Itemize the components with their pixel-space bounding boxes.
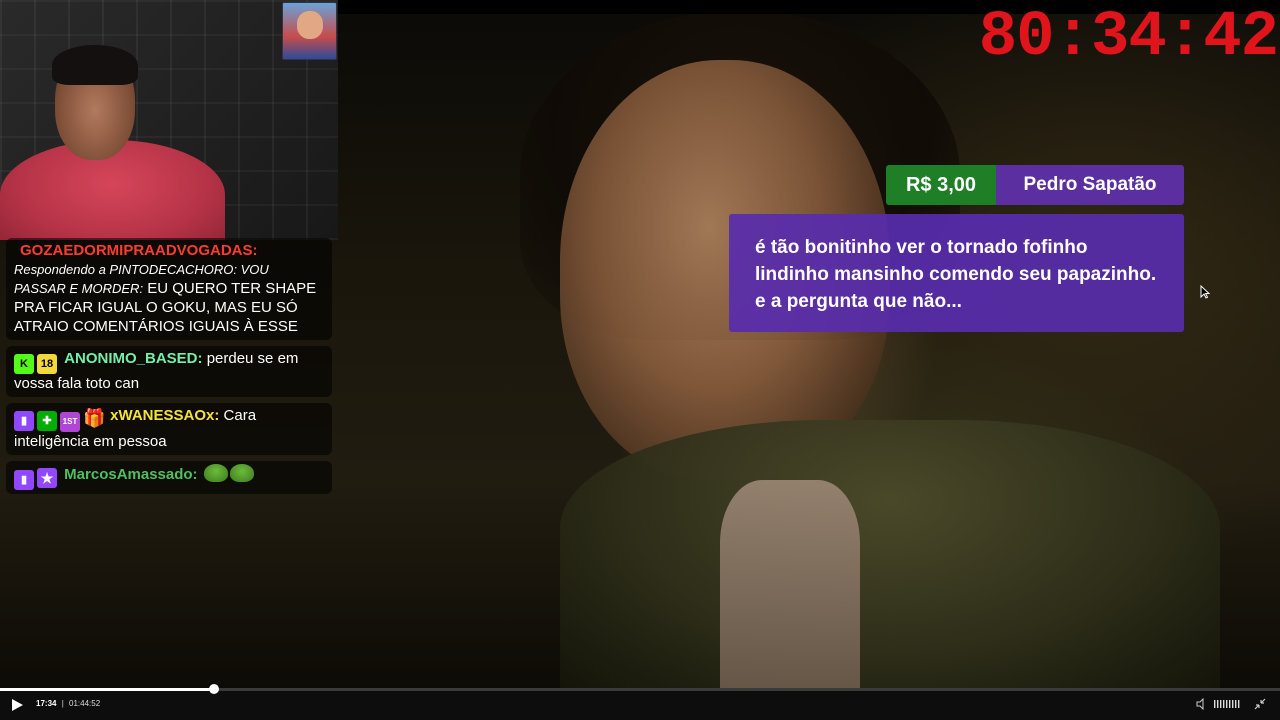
chat-username: GOZAEDORMIPRAADVOGADAS: [20,242,258,259]
scene-shirt [720,480,860,690]
volume-slider[interactable] [1214,700,1242,708]
chat-message: GOZAEDORMIPRAADVOGADAS: Respondendo a PI… [6,238,332,340]
star-badge: ★ [37,468,57,488]
scene-jacket [560,420,1220,690]
play-icon[interactable] [10,698,24,712]
chat-overlay: GOZAEDORMIPRAADVOGADAS: Respondendo a PI… [6,238,332,500]
time-separator: | [61,699,64,708]
twitch-icon: ▮ [14,411,34,431]
chat-message: K 18 ANONIMO_BASED: perdeu se em vossa fa… [6,346,332,397]
chat-username: ANONIMO_BASED: [64,350,203,367]
age-badge: 18 [37,354,57,374]
time-display: 17:34 | 01:44:52 [36,699,100,708]
mouse-cursor-icon [1200,285,1210,299]
streamer-hair [52,45,138,85]
chat-message: ▮ ✚ 1ST 🎁 xWANESSAOx: Cara inteligência em … [6,403,332,455]
chat-username: xWANESSAOx: [110,407,220,424]
donation-amount: R$ 3,00 [886,165,996,205]
twitch-icon: ▮ [14,470,34,490]
chat-message: ▮ ★ MarcosAmassado: [6,461,332,494]
collapse-icon[interactable] [1254,698,1266,710]
seek-bar-fill [0,688,215,691]
sticker-face [297,11,323,39]
seek-handle[interactable] [209,684,220,694]
duration: 01:44:52 [69,699,101,708]
current-time: 17:34 [36,699,57,708]
seek-bar[interactable] [0,684,1280,694]
webcam-overlay [0,0,338,240]
volume-icon[interactable] [1196,698,1208,710]
pepe-emote [203,464,228,482]
first-badge: 1ST [60,412,80,432]
donation-message: é tão bonitinho ver o tornado fofinho li… [729,214,1184,332]
chat-username: MarcosAmassado: [64,466,198,483]
pepe-emote [229,464,254,482]
donor-name: Pedro Sapatão [996,165,1184,205]
player-controls: 17:34 | 01:44:52 [0,684,1280,720]
gift-icon: 🎁 [83,408,106,428]
superman-sticker [282,2,337,60]
green-badge: ✚ [37,411,57,431]
kick-icon: K [14,354,34,374]
subathon-timer: 80:34:42 [978,2,1279,74]
